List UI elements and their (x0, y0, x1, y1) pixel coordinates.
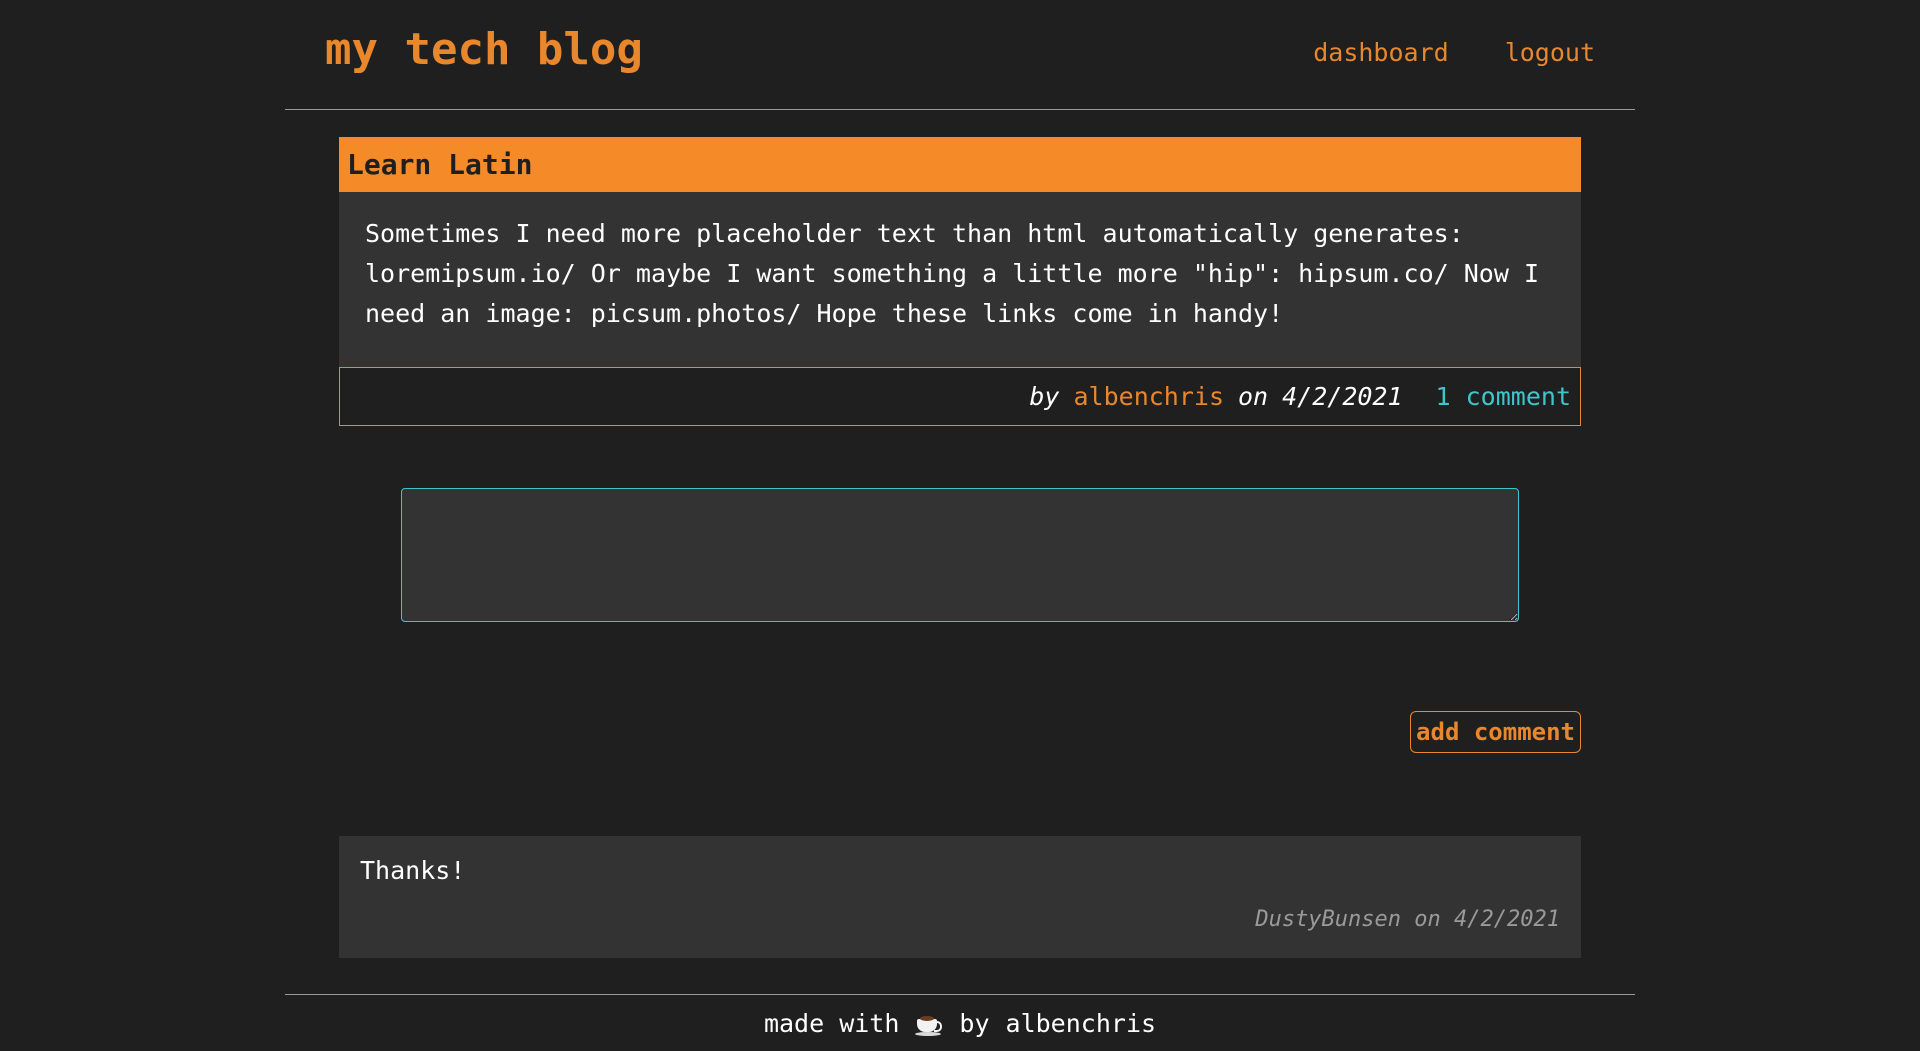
footer-by: by (959, 1009, 990, 1038)
comment-count-link[interactable]: 1 comment (1436, 382, 1571, 411)
comment-meta: DustyBunsen on 4/2/2021 (1255, 907, 1560, 932)
nav-logout-link[interactable]: logout (1505, 38, 1595, 67)
post-on-label: on (1238, 382, 1269, 411)
post-body: Sometimes I need more placeholder text t… (339, 192, 1581, 367)
page: my tech blog dashboard logout Learn Lati… (0, 0, 1920, 1051)
main-container: my tech blog dashboard logout Learn Lati… (285, 0, 1635, 1038)
site-title[interactable]: my tech blog (325, 24, 643, 75)
post-title: Learn Latin (347, 148, 533, 181)
post-meta: by albenchris on 4/2/2021 1 comment (339, 367, 1581, 426)
top-nav: dashboard logout (1313, 38, 1595, 67)
nav-dashboard-link[interactable]: dashboard (1313, 38, 1448, 67)
post-author: albenchris (1073, 382, 1224, 411)
comment-on-label: on (1414, 907, 1441, 932)
site-footer: made with by albenchris (285, 994, 1635, 1051)
site-header: my tech blog dashboard logout (285, 0, 1635, 110)
comment-date: 4/2/2021 (1454, 907, 1560, 932)
footer-author: albenchris (1005, 1009, 1157, 1038)
comment-input[interactable] (401, 488, 1519, 622)
post-date: 4/2/2021 (1282, 382, 1403, 411)
post-header: Learn Latin (339, 137, 1581, 192)
comment-item: Thanks! DustyBunsen on 4/2/2021 (339, 836, 1581, 958)
footer-made-with: made with (763, 1009, 900, 1038)
comment-author: DustyBunsen (1255, 907, 1402, 932)
add-comment-button[interactable]: add comment (1410, 711, 1581, 753)
coffee-icon (915, 1011, 943, 1037)
comment-text: Thanks! (360, 856, 466, 885)
post-content: Sometimes I need more placeholder text t… (365, 219, 1539, 328)
post-card: Learn Latin Sometimes I need more placeh… (339, 137, 1581, 426)
post-by-label: by (1029, 382, 1060, 411)
